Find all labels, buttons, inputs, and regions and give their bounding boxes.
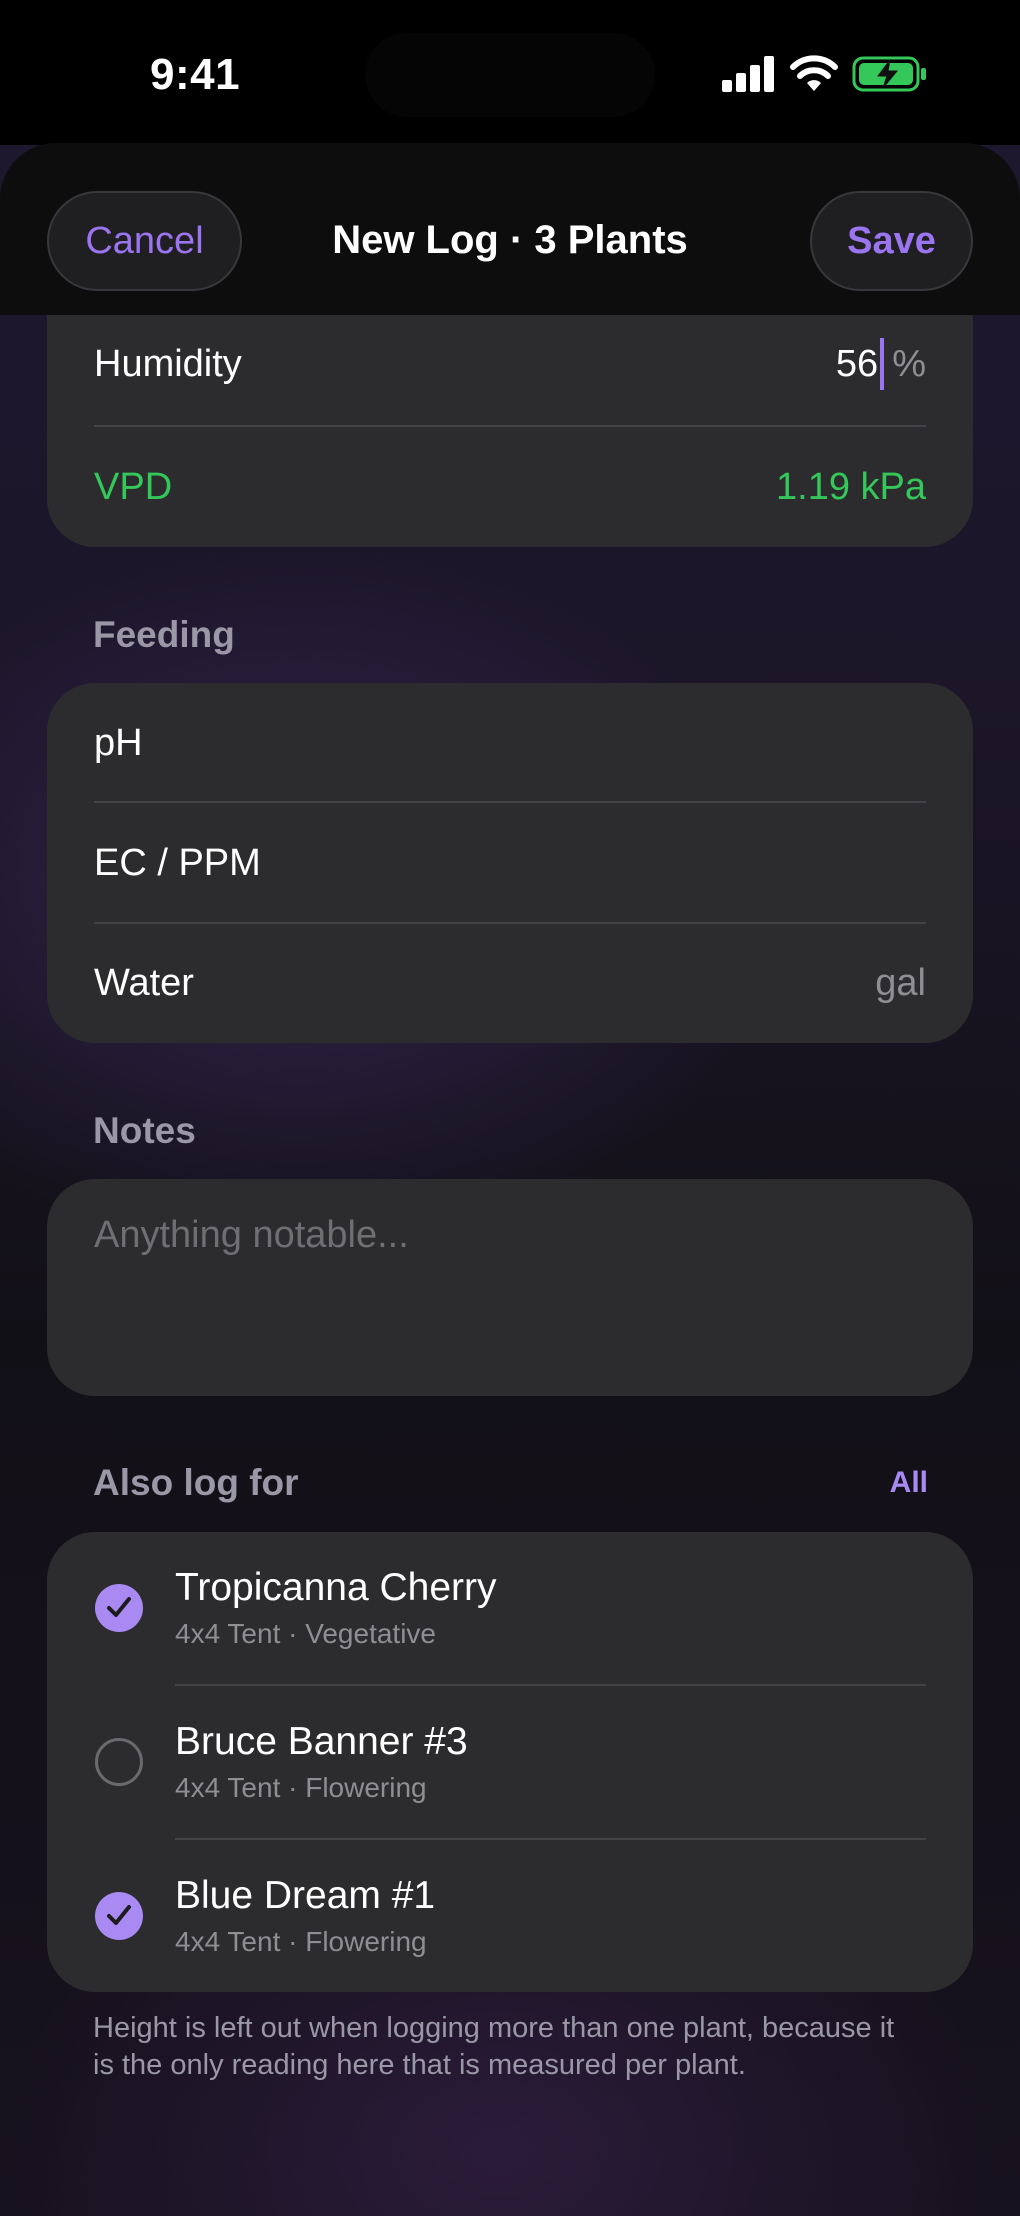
plant-row-bruce-banner[interactable]: Bruce Banner #3 4x4 Tent · Flowering xyxy=(47,1686,973,1840)
notes-placeholder: Anything notable... xyxy=(94,1214,409,1256)
checkmark-icon xyxy=(107,1597,131,1617)
dynamic-island xyxy=(365,33,655,117)
humidity-row[interactable]: Humidity 56 % xyxy=(94,300,926,428)
status-time: 9:41 xyxy=(150,50,241,99)
plant-name: Tropicanna Cherry xyxy=(175,1566,497,1609)
cellular-signal-icon xyxy=(722,56,776,92)
plant-detail: 4x4 Tent · Vegetative xyxy=(175,1618,436,1649)
cancel-button[interactable]: Cancel xyxy=(47,191,242,291)
battery-charging-icon xyxy=(852,56,926,92)
text-cursor xyxy=(880,338,885,390)
vpd-row: VPD 1.19 kPa xyxy=(94,427,926,547)
vpd-value: 1.19 kPa xyxy=(776,465,926,508)
humidity-label: Humidity xyxy=(94,342,242,385)
checkbox-checked[interactable] xyxy=(95,1892,143,1940)
plant-row-blue-dream[interactable]: Blue Dream #1 4x4 Tent · Flowering xyxy=(47,1840,973,1994)
feeding-section-label: Feeding xyxy=(93,614,235,655)
plant-detail: 4x4 Tent · Flowering xyxy=(175,1926,427,1957)
checkbox-checked[interactable] xyxy=(95,1584,143,1632)
water-label: Water xyxy=(94,961,194,1004)
checkmark-icon xyxy=(107,1905,131,1925)
ec-ppm-label: EC / PPM xyxy=(94,841,261,884)
plant-row-tropicanna-cherry[interactable]: Tropicanna Cherry 4x4 Tent · Vegetative xyxy=(47,1532,973,1686)
water-unit: gal xyxy=(875,961,926,1004)
notes-section-label: Notes xyxy=(93,1110,196,1151)
humidity-input[interactable]: 56 xyxy=(836,343,878,386)
footnote: Height is left out when logging more tha… xyxy=(93,2012,895,2081)
humidity-unit: % xyxy=(892,342,926,385)
sheet-title: New Log · 3 Plants xyxy=(332,218,688,262)
environment-card: Humidity 56 % VPD 1.19 kPa xyxy=(47,300,973,547)
notes-textarea[interactable]: Anything notable... xyxy=(47,1179,973,1396)
plant-name: Bruce Banner #3 xyxy=(175,1720,468,1763)
plant-name: Blue Dream #1 xyxy=(175,1874,436,1917)
checkbox-unchecked[interactable] xyxy=(95,1738,143,1786)
water-field[interactable]: Water gal xyxy=(94,923,926,1043)
feeding-card: pH EC / PPM Water gal xyxy=(47,683,973,1043)
plant-list: Tropicanna Cherry 4x4 Tent · Vegetative … xyxy=(47,1532,973,1992)
vpd-label: VPD xyxy=(94,465,173,508)
also-log-section-label: Also log for xyxy=(93,1462,299,1503)
select-all-button[interactable]: All xyxy=(860,1466,928,1500)
wifi-icon xyxy=(790,55,838,91)
ph-field[interactable]: pH xyxy=(94,683,926,803)
plant-detail: 4x4 Tent · Flowering xyxy=(175,1772,427,1803)
ec-ppm-field[interactable]: EC / PPM xyxy=(94,803,926,923)
ph-label: pH xyxy=(94,721,143,764)
status-bar: 9:41 xyxy=(0,0,1020,145)
save-button[interactable]: Save xyxy=(810,191,973,291)
